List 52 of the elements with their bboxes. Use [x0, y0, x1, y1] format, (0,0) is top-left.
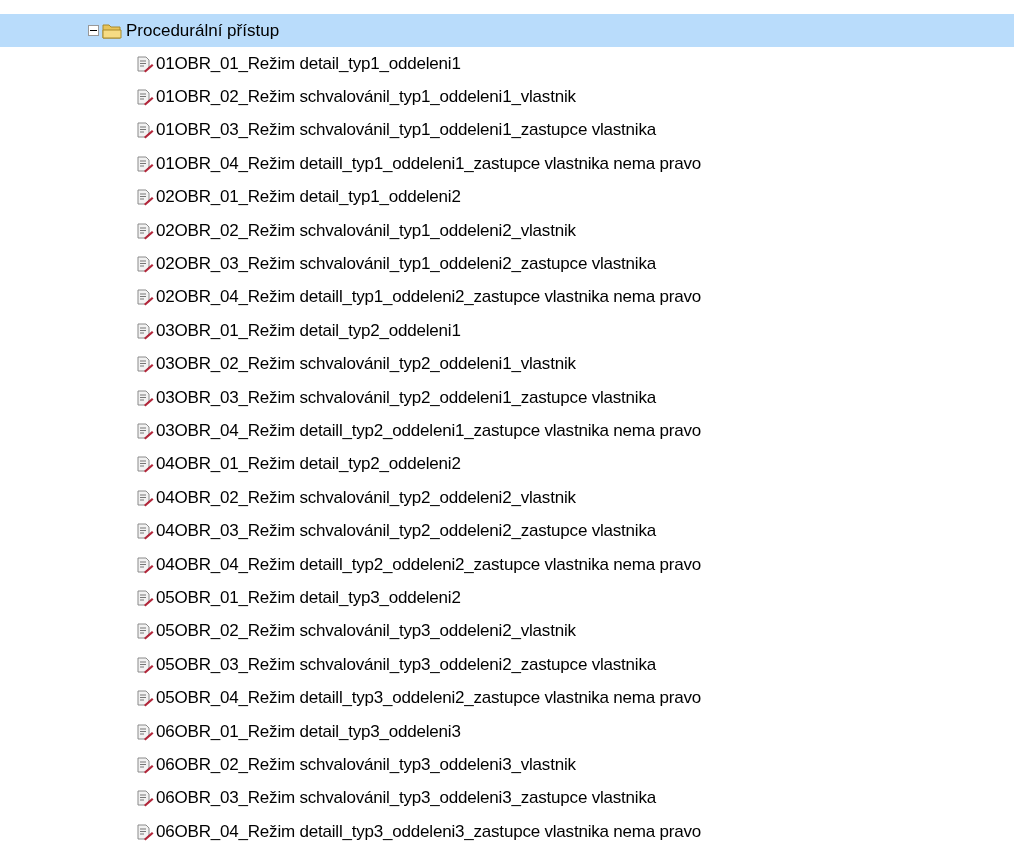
document-pencil-icon [136, 755, 154, 774]
collapse-icon[interactable] [88, 25, 99, 36]
tree-item[interactable]: 06OBR_01_Režim detail_typ3_oddeleni3 [156, 721, 461, 742]
tree-item[interactable]: 03OBR_03_Režim schvalovánil_typ2_oddeleni1_zastupce vlastnika [156, 387, 656, 408]
document-pencil-icon [136, 255, 154, 274]
tree-item[interactable]: 06OBR_02_Režim schvalovánil_typ3_oddeleni3_vlastnik [156, 754, 576, 775]
document-pencil-icon [136, 288, 154, 307]
tree-item[interactable]: 03OBR_02_Režim schvalovánil_typ2_oddeleni1_vlastnik [156, 354, 576, 375]
tree-item[interactable]: 06OBR_03_Režim schvalovánil_typ3_oddeleni3_zastupce vlastnika [156, 788, 656, 809]
document-pencil-icon [136, 522, 154, 541]
tree-item[interactable]: 01OBR_01_Režim detail_typ1_oddeleni1 [156, 53, 461, 74]
folder-label: Procedurální přístup [126, 20, 280, 41]
tree-item[interactable]: 03OBR_01_Režim detail_typ2_oddeleni1 [156, 320, 461, 341]
document-pencil-icon [136, 54, 154, 73]
tree-item[interactable]: 05OBR_03_Režim schvalovánil_typ3_oddeleni2_zastupce vlastnika [156, 654, 656, 675]
tree-item[interactable]: 02OBR_02_Režim schvalovánil_typ1_oddeleni2_vlastnik [156, 220, 576, 241]
tree-item[interactable]: 01OBR_02_Režim schvalovánil_typ1_oddeleni1_vlastnik [156, 87, 576, 108]
tree-item[interactable]: 02OBR_01_Režim detail_typ1_oddeleni2 [156, 187, 461, 208]
document-pencil-icon [136, 722, 154, 741]
document-pencil-icon [136, 321, 154, 340]
tree-item[interactable]: 05OBR_04_Režim detaill_typ3_oddeleni2_zastupce vlastnika nema pravo [156, 688, 702, 709]
tree-item[interactable]: 02OBR_04_Režim detaill_typ1_oddeleni2_zastupce vlastnika nema pravo [156, 287, 702, 308]
document-pencil-icon [136, 221, 154, 240]
document-pencil-icon [136, 822, 154, 841]
tree-item[interactable]: 05OBR_02_Režim schvalovánil_typ3_oddeleni2_vlastnik [156, 621, 576, 642]
document-pencil-icon [136, 388, 154, 407]
document-pencil-icon [136, 555, 154, 574]
tree-item[interactable]: 04OBR_04_Režim detaill_typ2_oddeleni2_zastupce vlastnika nema pravo [156, 554, 702, 575]
tree-node[interactable]: Procedurální přístup [0, 14, 1014, 47]
document-pencil-icon [136, 188, 154, 207]
document-pencil-icon [136, 154, 154, 173]
document-pencil-icon [136, 488, 154, 507]
document-pencil-icon [136, 355, 154, 374]
tree-item[interactable]: 01OBR_04_Režim detaill_typ1_oddeleni1_zastupce vlastnika nema pravo [156, 153, 702, 174]
tree-item[interactable]: 01OBR_03_Režim schvalovánil_typ1_oddeleni1_zastupce vlastnika [156, 120, 656, 141]
document-pencil-icon [136, 88, 154, 107]
tree-item[interactable]: 05OBR_01_Režim detail_typ3_oddeleni2 [156, 587, 461, 608]
document-pencil-icon [136, 588, 154, 607]
document-pencil-icon [136, 689, 154, 708]
document-pencil-icon [136, 655, 154, 674]
tree-item[interactable]: 04OBR_01_Režim detail_typ2_oddeleni2 [156, 454, 461, 475]
document-pencil-icon [136, 622, 154, 641]
tree-item[interactable]: 03OBR_04_Režim detaill_typ2_oddeleni1_zastupce vlastnika nema pravo [156, 421, 702, 441]
document-pencil-icon [136, 121, 154, 140]
tree-item[interactable]: 06OBR_04_Režim detaill_typ3_oddeleni3_zastupce vlastnika nema pravo [156, 821, 702, 842]
tree-item[interactable]: 02OBR_03_Režim schvalovánil_typ1_oddeleni2_zastupce vlastnika [156, 254, 656, 275]
folder-icon [102, 22, 122, 39]
tree-item[interactable]: 04OBR_03_Režim schvalovánil_typ2_oddeleni2_zastupce vlastnika [156, 521, 656, 542]
tree-item[interactable]: 04OBR_02_Režim schvalovánil_typ2_oddeleni2_vlastnik [156, 487, 576, 508]
document-pencil-icon [136, 422, 154, 440]
document-pencil-icon [136, 455, 154, 474]
document-pencil-icon [136, 789, 154, 808]
